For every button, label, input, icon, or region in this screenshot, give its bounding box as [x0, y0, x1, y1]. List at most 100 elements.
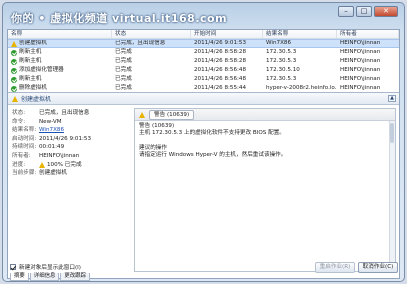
- job-result-name-text: Win7X86: [266, 40, 292, 46]
- job-name: 刷新主机: [8, 48, 112, 57]
- job-owner-text: HEINFO\jinnan: [340, 40, 381, 46]
- job-start-time-text: 2011/4/26 8:55:44: [194, 85, 247, 91]
- show-window-checkbox[interactable]: [10, 264, 16, 270]
- job-result-name-text: 172.30.5.10: [266, 67, 300, 73]
- message-panel: 警告 (10639) 警告 (10639) 主机 172.30.5.3 上的虚拟化…: [134, 108, 396, 272]
- job-status: 已完成: [112, 57, 191, 66]
- job-result-name: 172.30.5.3: [263, 75, 337, 84]
- show-window-option[interactable]: 新建对象后显示此窗口(I): [10, 263, 81, 271]
- job-start-time-text: 2011/4/26 8:58:28: [194, 58, 247, 64]
- job-owner: HEINFO\jinnan: [337, 84, 399, 92]
- job-owner: HEINFO\jinnan: [337, 40, 399, 47]
- property-value-text: 已完成，且出现信息: [39, 110, 90, 116]
- message-line: [139, 138, 391, 145]
- job-owner: HEINFO\jinnan: [337, 75, 399, 84]
- job-status: 已完成: [112, 48, 191, 57]
- restart-job-button[interactable]: 重启作业(R): [315, 262, 355, 273]
- cancel-job-button[interactable]: 取消作业(C): [358, 262, 398, 273]
- bottom-bar: 新建对象后显示此窗口(I) 重启作业(R) 取消作业(C): [7, 255, 400, 279]
- column-header-name[interactable]: 名称: [8, 30, 112, 38]
- property-value-text: HEINFO\jinnan: [39, 152, 80, 159]
- message-line: 请指定运行 Windows Hyper-V 的主机，然后重试该操作。: [139, 152, 287, 159]
- job-name-text: 刷新主机: [19, 49, 42, 55]
- message-body: 警告 (10639) 主机 172.30.5.3 上的虚拟化软件不支持更改 BIO…: [135, 121, 395, 161]
- close-button[interactable]: ✕: [374, 6, 398, 17]
- warning-icon: [139, 111, 145, 118]
- message-scrollbar[interactable]: [389, 121, 395, 271]
- job-status-text: 已完成: [115, 85, 132, 91]
- jobs-table: 名称 状态 开始时间 结果名称 所有者 创建虚拟机 已完成，且出现信息 2011/4…: [8, 30, 399, 93]
- job-status-text: 已完成: [115, 76, 132, 82]
- property-value-text: 2011/4/26 9:01:53: [39, 135, 92, 142]
- job-result-name-text: 172.30.5.3: [266, 49, 297, 55]
- property-row: 结果名称: Win7X86: [12, 126, 130, 135]
- job-owner-text: HEINFO\jinnan: [340, 49, 381, 55]
- property-value-text: New-VM: [39, 118, 62, 125]
- column-header-result-name[interactable]: 结果名称: [263, 30, 337, 38]
- result-name-link[interactable]: Win7X86: [39, 126, 64, 135]
- minimize-button[interactable]: –: [338, 6, 354, 17]
- property-label: 命令:: [12, 118, 26, 125]
- job-name-text: 删除虚拟机: [19, 85, 47, 91]
- property-label: 所有者:: [12, 152, 31, 159]
- job-status: 已完成: [112, 75, 191, 84]
- property-label: 结果名称:: [12, 127, 37, 134]
- table-row[interactable]: 刷新主机 已完成 2011/4/26 8:58:28 172.30.5.3 HEINFO…: [8, 48, 399, 57]
- check-icon: [11, 85, 17, 92]
- column-header-status[interactable]: 状态: [112, 30, 191, 38]
- job-result-name: 172.30.5.3: [263, 57, 337, 66]
- job-status-text: 已完成: [115, 58, 132, 64]
- property-row: 进度: 100% 已完成: [12, 161, 130, 170]
- detail-header: 创建虚拟机 ▲: [8, 93, 399, 105]
- job-name: 刷新主机: [8, 75, 112, 84]
- job-name-text: 添加虚拟化管理器: [19, 67, 64, 73]
- job-owner-text: HEINFO\jinnan: [340, 67, 381, 73]
- job-start-time: 2011/4/26 8:56:48: [191, 75, 263, 84]
- job-start-time-text: 2011/4/26 8:58:28: [194, 49, 247, 55]
- scrollbar-thumb[interactable]: [390, 123, 394, 143]
- job-start-time-text: 2011/4/26 8:56:48: [194, 76, 247, 82]
- property-value-text: 创建虚拟机: [39, 170, 67, 177]
- client-area: 名称 状态 开始时间 结果名称 所有者 创建虚拟机 已完成，且出现信息 2011/4…: [7, 29, 400, 281]
- job-result-name-text: hyper-v-2008r2.heinfo.lo...: [266, 85, 337, 91]
- property-label: 启动时间:: [12, 135, 37, 142]
- maximize-button[interactable]: □: [356, 6, 372, 17]
- table-row[interactable]: 刷新主机 已完成 2011/4/26 8:58:28 172.30.5.3 HEINFO…: [8, 57, 399, 66]
- warning-icon: [39, 161, 45, 168]
- job-result-name: 172.30.5.3: [263, 48, 337, 57]
- property-row: 当前步骤: 创建虚拟机: [12, 169, 130, 178]
- property-value: 2011/4/26 9:01:53: [39, 135, 91, 144]
- table-row[interactable]: 创建虚拟机 已完成，且出现信息 2011/4/26 9:01:53 Win7X86 HE…: [8, 39, 399, 48]
- column-header-start-time[interactable]: 开始时间: [191, 30, 263, 38]
- window-controls: – □ ✕: [338, 6, 398, 17]
- message-tab[interactable]: 警告 (10639): [149, 109, 195, 120]
- job-owner-text: HEINFO\jinnan: [340, 58, 381, 64]
- show-window-label: 新建对象后显示此窗口(I): [19, 265, 81, 271]
- message-header: 警告 (10639): [135, 109, 395, 121]
- table-row[interactable]: 删除虚拟机 已完成 2011/4/26 8:55:44 hyper-v-2008r2.…: [8, 84, 399, 92]
- job-owner: HEINFO\jinnan: [337, 48, 399, 57]
- job-start-time: 2011/4/26 8:58:28: [191, 48, 263, 57]
- job-result-name-text: 172.30.5.3: [266, 76, 297, 82]
- check-icon: [11, 49, 17, 56]
- job-status-text: 已完成: [115, 49, 132, 55]
- table-row[interactable]: 添加虚拟化管理器 已完成 2011/4/26 8:56:48 172.30.5.10 H…: [8, 66, 399, 75]
- property-value: 00:01:49: [39, 143, 64, 152]
- collapse-button[interactable]: ▲: [388, 95, 396, 102]
- job-result-name: hyper-v-2008r2.heinfo.lo...: [263, 84, 337, 92]
- job-name: 添加虚拟化管理器: [8, 66, 112, 75]
- job-name: 刷新主机: [8, 57, 112, 66]
- job-properties: 状态: 已完成，且出现信息 命令: New-VM 结果名称: Win7X86 启动时间: 20…: [12, 109, 130, 178]
- job-start-time: 2011/4/26 9:01:53: [191, 40, 263, 47]
- property-row: 状态: 已完成，且出现信息: [12, 109, 130, 118]
- table-body: 创建虚拟机 已完成，且出现信息 2011/4/26 9:01:53 Win7X86 HE…: [8, 39, 399, 92]
- job-status-text: 已完成，且出现信息: [115, 40, 166, 46]
- job-start-time: 2011/4/26 8:55:44: [191, 84, 263, 92]
- job-owner-text: HEINFO\jinnan: [340, 76, 381, 82]
- column-header-owner[interactable]: 所有者: [337, 30, 399, 38]
- table-row[interactable]: 刷新主机 已完成 2011/4/26 8:56:48 172.30.5.3 HEINFO…: [8, 75, 399, 84]
- table-header: 名称 状态 开始时间 结果名称 所有者: [8, 30, 399, 39]
- job-name: 删除虚拟机: [8, 84, 112, 92]
- property-value-text: 100% 已完成: [47, 161, 82, 168]
- property-label: 进度:: [12, 161, 26, 168]
